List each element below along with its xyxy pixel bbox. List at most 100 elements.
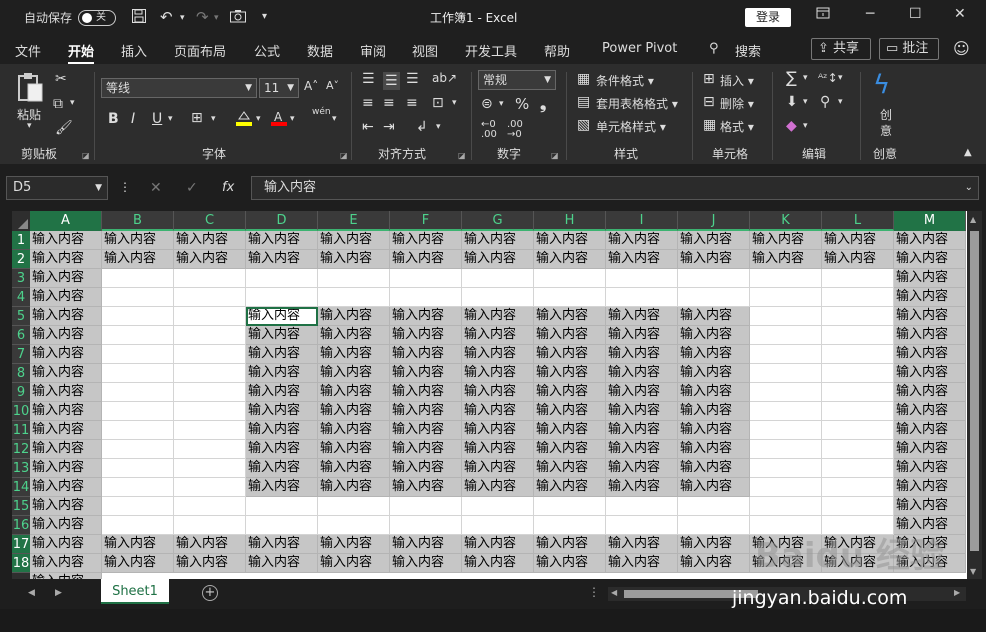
cell-l5[interactable] <box>822 307 894 326</box>
wrap-text-icon[interactable]: ↲ <box>416 120 428 134</box>
cell-e14[interactable]: 输入内容 <box>318 478 390 497</box>
cell-e4[interactable] <box>318 288 390 307</box>
cell-g8[interactable]: 输入内容 <box>462 364 534 383</box>
tab-formulas[interactable]: 公式 <box>254 41 280 60</box>
autosave-toggle[interactable]: 关 <box>78 9 117 26</box>
cell-f11[interactable]: 输入内容 <box>390 421 462 440</box>
cell-e6[interactable]: 输入内容 <box>318 326 390 345</box>
customize-qat-icon[interactable]: ▾ <box>262 11 267 22</box>
cell-a15[interactable]: 输入内容 <box>30 497 102 516</box>
tab-data[interactable]: 数据 <box>307 41 333 60</box>
cell-m2[interactable]: 输入内容 <box>894 250 966 269</box>
cell-c11[interactable] <box>174 421 246 440</box>
cell-b2[interactable]: 输入内容 <box>102 250 174 269</box>
paste-dropdown-icon[interactable]: ▾ <box>27 122 32 131</box>
conditional-format-button[interactable]: 条件格式 ▾ <box>596 72 654 89</box>
currency-icon[interactable]: ⊜ <box>481 97 493 111</box>
cell-d14[interactable]: 输入内容 <box>246 478 318 497</box>
cell-m1[interactable]: 输入内容 <box>894 231 966 250</box>
cell-j4[interactable] <box>678 288 750 307</box>
cell-d7[interactable]: 输入内容 <box>246 345 318 364</box>
cell-j3[interactable] <box>678 269 750 288</box>
cell-l4[interactable] <box>822 288 894 307</box>
cell-d3[interactable] <box>246 269 318 288</box>
cell-e17[interactable]: 输入内容 <box>318 535 390 554</box>
cell-b11[interactable] <box>102 421 174 440</box>
find-select-dropdown-icon[interactable]: ▾ <box>838 98 843 107</box>
column-header-l[interactable]: L <box>822 211 894 231</box>
cell-b13[interactable] <box>102 459 174 478</box>
tab-insert[interactable]: 插入 <box>121 41 147 60</box>
name-box[interactable]: D5 ▼ <box>6 176 108 200</box>
cell-b10[interactable] <box>102 402 174 421</box>
cell-a11[interactable]: 输入内容 <box>30 421 102 440</box>
tab-view[interactable]: 视图 <box>412 41 438 60</box>
cell-m13[interactable]: 输入内容 <box>894 459 966 478</box>
format-cells-icon[interactable]: ▦ <box>703 118 716 132</box>
border-icon[interactable]: ⊞ <box>191 111 203 125</box>
cell-h3[interactable] <box>534 269 606 288</box>
cell-l11[interactable] <box>822 421 894 440</box>
cell-k14[interactable] <box>750 478 822 497</box>
cell-f6[interactable]: 输入内容 <box>390 326 462 345</box>
column-header-b[interactable]: B <box>102 211 174 231</box>
cell-c16[interactable] <box>174 516 246 535</box>
cell-f8[interactable]: 输入内容 <box>390 364 462 383</box>
italic-icon[interactable]: I <box>131 112 135 126</box>
cell-c2[interactable]: 输入内容 <box>174 250 246 269</box>
cell-f10[interactable]: 输入内容 <box>390 402 462 421</box>
sort-filter-icon[interactable]: ᴬᶻ↕ <box>818 72 838 84</box>
tab-search[interactable]: 搜索 <box>735 41 761 60</box>
cell-j5[interactable]: 输入内容 <box>678 307 750 326</box>
merge-dropdown-icon[interactable]: ▾ <box>452 99 457 108</box>
column-header-d[interactable]: D <box>246 211 318 231</box>
cell-g11[interactable]: 输入内容 <box>462 421 534 440</box>
fill-icon[interactable]: ⬇ <box>786 95 798 109</box>
column-header-a[interactable]: A <box>30 211 102 231</box>
cell-i4[interactable] <box>606 288 678 307</box>
feedback-smiley-icon[interactable]: ☺ <box>953 39 970 58</box>
cell-j2[interactable]: 输入内容 <box>678 250 750 269</box>
fill-color-icon[interactable] <box>235 109 253 130</box>
cell-b7[interactable] <box>102 345 174 364</box>
cell-f13[interactable]: 输入内容 <box>390 459 462 478</box>
cell-d11[interactable]: 输入内容 <box>246 421 318 440</box>
cell-c10[interactable] <box>174 402 246 421</box>
cell-g1[interactable]: 输入内容 <box>462 231 534 250</box>
cell-k2[interactable]: 输入内容 <box>750 250 822 269</box>
cell-a6[interactable]: 输入内容 <box>30 326 102 345</box>
sort-filter-dropdown-icon[interactable]: ▾ <box>838 74 843 83</box>
tab-page-layout[interactable]: 页面布局 <box>174 41 226 60</box>
collapse-ribbon-icon[interactable]: ▲ <box>964 148 972 158</box>
cell-k6[interactable] <box>750 326 822 345</box>
more-options-icon[interactable]: ⋮ <box>119 181 131 193</box>
cell-b9[interactable] <box>102 383 174 402</box>
cell-d10[interactable]: 输入内容 <box>246 402 318 421</box>
cell-styles-button[interactable]: 单元格样式 ▾ <box>596 118 666 135</box>
cell-i16[interactable] <box>606 516 678 535</box>
cell-d12[interactable]: 输入内容 <box>246 440 318 459</box>
column-header-i[interactable]: I <box>606 211 678 231</box>
align-left-icon[interactable]: ≡ <box>362 96 374 110</box>
cell-j11[interactable]: 输入内容 <box>678 421 750 440</box>
orientation-icon[interactable]: ab↗ <box>432 72 457 84</box>
align-bottom-icon[interactable]: ☰ <box>406 72 419 86</box>
cell-g15[interactable] <box>462 497 534 516</box>
cell-i7[interactable]: 输入内容 <box>606 345 678 364</box>
cell-h4[interactable] <box>534 288 606 307</box>
cell-f16[interactable] <box>390 516 462 535</box>
format-table-button[interactable]: 套用表格格式 ▾ <box>596 95 678 112</box>
cell-h5[interactable]: 输入内容 <box>534 307 606 326</box>
autosum-icon[interactable]: ∑ <box>786 70 797 86</box>
font-color-icon[interactable]: A <box>270 109 288 130</box>
cell-h1[interactable]: 输入内容 <box>534 231 606 250</box>
cell-e1[interactable]: 输入内容 <box>318 231 390 250</box>
creative-label-1[interactable]: 创 <box>880 106 892 123</box>
cell-f3[interactable] <box>390 269 462 288</box>
cell-j6[interactable]: 输入内容 <box>678 326 750 345</box>
vertical-scrollbar[interactable]: ▲ ▼ <box>967 211 982 579</box>
cell-e11[interactable]: 输入内容 <box>318 421 390 440</box>
cell-d5[interactable]: 输入内容 <box>246 307 318 326</box>
select-all-corner[interactable] <box>12 211 30 231</box>
cell-e9[interactable]: 输入内容 <box>318 383 390 402</box>
